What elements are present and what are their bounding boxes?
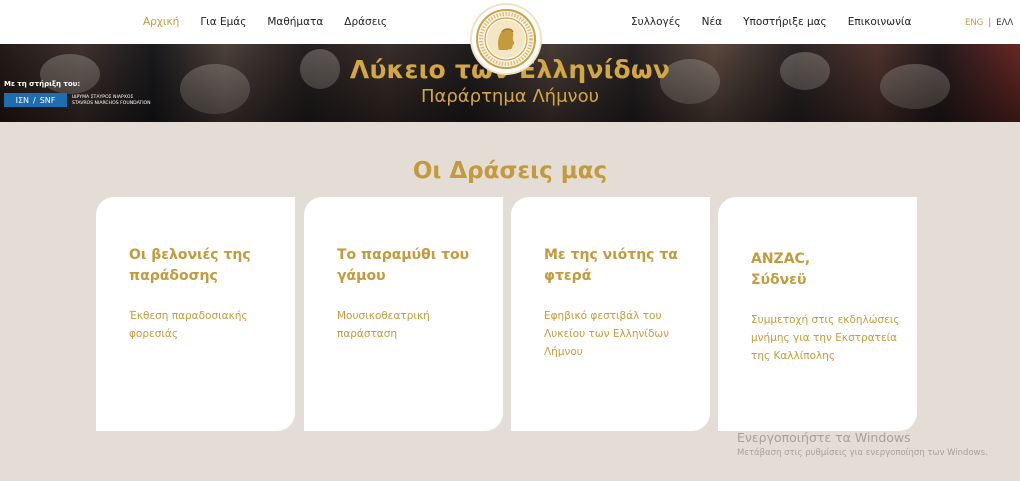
lang-ell[interactable]: ΕΛΛ [996,18,1013,28]
nav-item-news[interactable]: Νέα [702,16,722,28]
card-title: Με της νιότης τα φτερά [544,247,678,284]
support-label: Με τη στήριξη του: [4,80,81,88]
nav-item-about[interactable]: Για Εμάς [200,16,246,28]
nav-item-support[interactable]: Υποστήριξε μας [743,16,827,28]
card-title: Οι βελονιές της παράδοσης [129,247,251,284]
windows-watermark-subtitle: Μετάβαση στις ρυθμίσεις για ενεργοποίηση… [737,448,988,458]
seal-graphic [476,9,536,69]
card-description: Έκθεση παραδοσιακής φορεσιάς [129,310,248,340]
snf-right: SNF [39,95,56,105]
nav-item-actions[interactable]: Δράσεις [344,16,387,28]
action-card[interactable]: ANZAC, Σύδνεϋ Συμμετοχή στις εκδηλώσεις … [718,197,917,431]
nav-right-group: Συλλογές Νέα Υποστήριξε μας Επικοινωνία [631,16,911,28]
section-title: Οι Δράσεις μας [412,158,608,184]
snf-separator: / [33,95,36,105]
nav-item-lessons[interactable]: Μαθήματα [267,16,323,28]
snf-left: ΙΣΝ [15,95,30,105]
language-switcher: ENG | ΕΛΛ [965,18,1013,28]
lang-eng[interactable]: ENG [965,18,983,28]
nav-item-collections[interactable]: Συλλογές [631,16,681,28]
snf-foundation-name: ΙΔΡΥΜΑ ΣΤΑΥΡΟΣ ΝΙΑΡΧΟΣ STAVROS NIARCHOS … [72,95,162,107]
action-card[interactable]: Με της νιότης τα φτερά Εφηβικό φεστιβάλ … [511,197,710,431]
lang-separator: | [988,18,992,28]
snf-logo[interactable]: ΙΣΝ / SNF [4,93,67,107]
action-card[interactable]: Το παραμύθι του γάμου Μουσικοθεατρική πα… [304,197,503,431]
card-description: Μουσικοθεατρική παράσταση [337,310,430,340]
action-card[interactable]: Οι βελονιές της παράδοσης Έκθεση παραδοσ… [96,197,295,431]
nav-left-group: Αρχική Για Εμάς Μαθήματα Δράσεις [143,16,387,28]
card-description: Εφηβικό φεστιβάλ του Λυκείου των Ελληνίδ… [544,310,670,358]
snf-name-english: STAVROS NIARCHOS FOUNDATION [72,101,151,106]
windows-watermark-title: Ενεργοποιήστε τα Windows [737,430,911,445]
card-title: ANZAC, Σύδνεϋ [751,251,811,288]
nav-item-home[interactable]: Αρχική [143,16,179,28]
nav-item-contact[interactable]: Επικοινωνία [848,16,912,28]
card-title: Το παραμύθι του γάμου [337,247,470,284]
lyceum-seal-icon[interactable] [472,5,540,73]
card-description: Συμμετοχή στις εκδηλώσεις μνήμης για την… [751,314,900,362]
